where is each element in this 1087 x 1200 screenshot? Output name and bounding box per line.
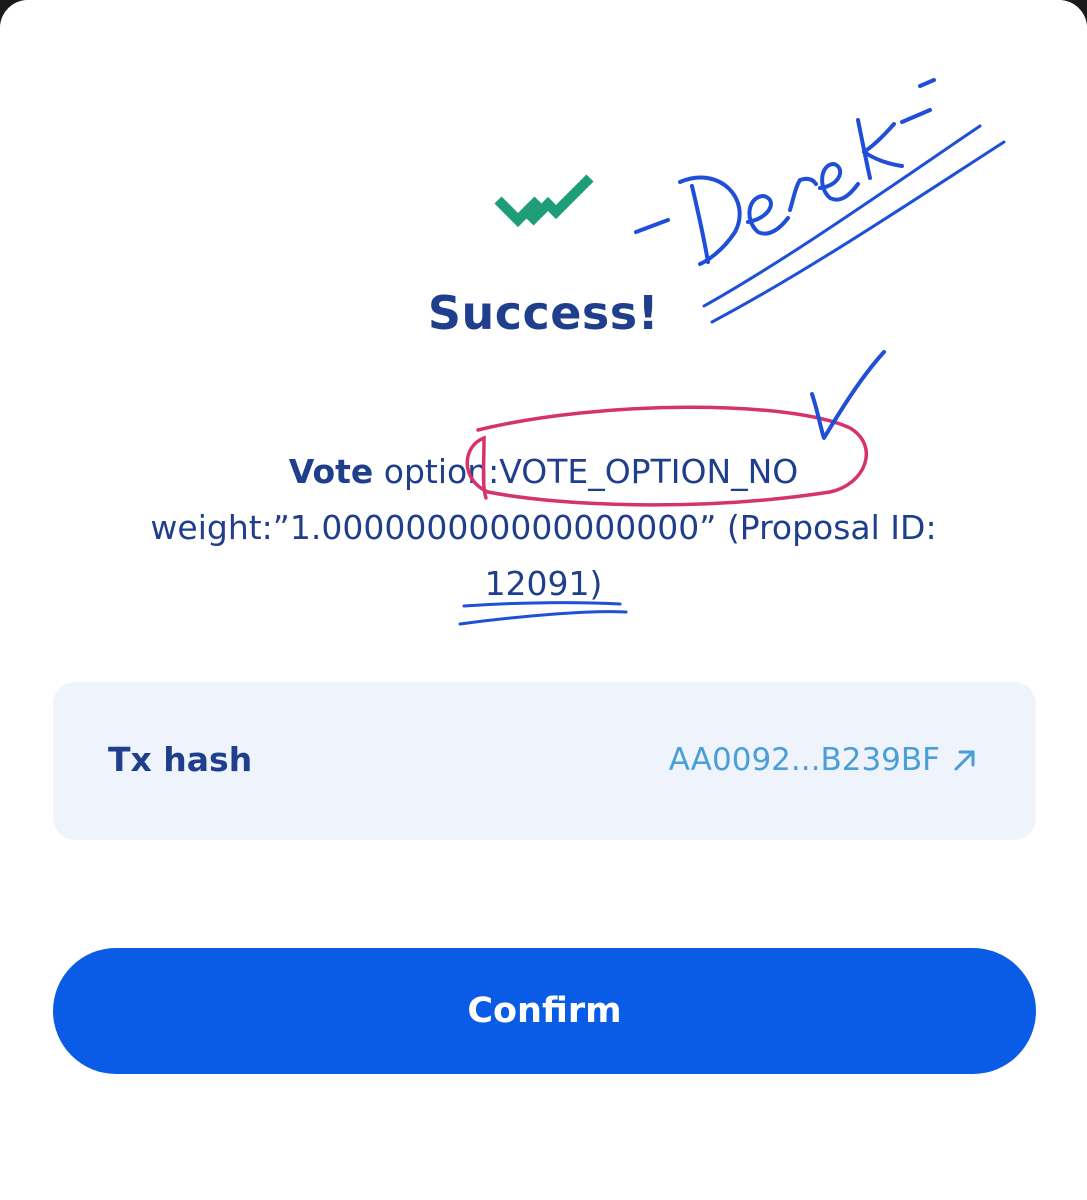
tx-hash-card: Tx hash AA0092...B239BF — [53, 682, 1036, 840]
vote-option-line: Vote option:VOTE_OPTION_NO — [90, 444, 997, 500]
proposal-id-line: 12091) — [484, 564, 603, 603]
dialog-panel: Success! Vote option:VOTE_OPTION_NO weig… — [0, 0, 1087, 1200]
vote-option-text: option:VOTE_OPTION_NO — [373, 452, 799, 491]
confirm-button[interactable]: Confirm — [53, 948, 1036, 1074]
tx-hash-value[interactable]: AA0092...B239BF — [669, 742, 940, 778]
arrow-up-right-icon[interactable] — [952, 747, 978, 773]
dialog-title: Success! — [427, 286, 660, 340]
signature-derek — [634, 78, 936, 266]
handwritten-check — [810, 350, 886, 440]
vote-label: Vote — [288, 452, 374, 491]
double-check-icon — [494, 174, 594, 228]
vote-weight-line: weight:”1.000000000000000000” (Proposal … — [150, 508, 937, 547]
vote-message: Vote option:VOTE_OPTION_NO weight:”1.000… — [90, 444, 997, 612]
tx-hash-label: Tx hash — [108, 740, 253, 779]
success-dialog: Success! Vote option:VOTE_OPTION_NO weig… — [0, 0, 1087, 1200]
tx-hash-link[interactable]: AA0092...B239BF — [669, 742, 978, 778]
